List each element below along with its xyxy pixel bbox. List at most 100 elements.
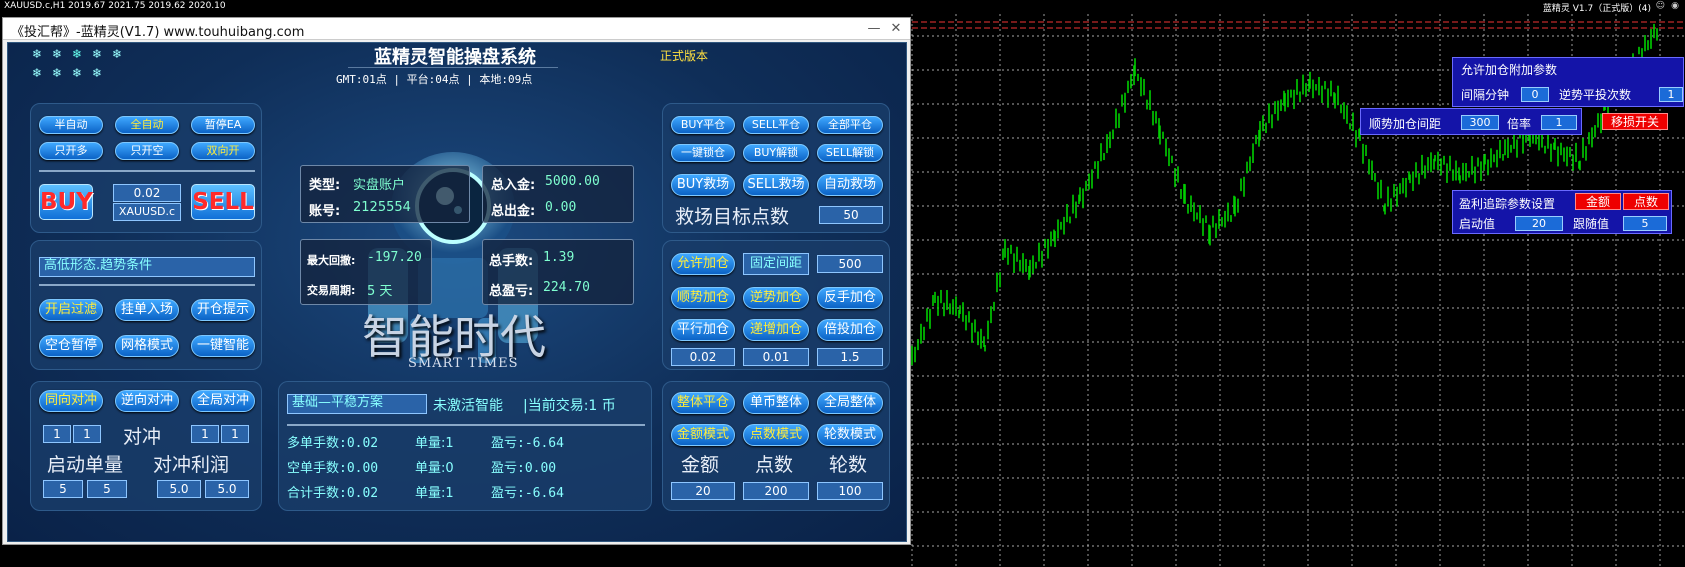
only-short-button[interactable]: 只开空 [115,142,179,160]
global-hedge-button[interactable]: 全局对冲 [191,390,255,412]
hedge-input-1[interactable]: 1 [43,425,71,443]
lot-input[interactable]: 0.02 [113,184,181,202]
account-type-panel: 类型: 实盘账户 账号: 2125554 [300,165,470,223]
total-lots-value: 1.39 [543,250,575,265]
start-lot-input-2[interactable]: 5 [87,480,127,498]
start-lot-input-1[interactable]: 5 [43,480,83,498]
deposit-panel: 总入金: 5000.00 总出金: 0.00 [482,165,634,223]
semi-auto-button[interactable]: 半自动 [39,116,103,134]
reverse-add-button[interactable]: 反手加仓 [817,287,883,309]
same-hedge-button[interactable]: 同向对冲 [39,390,103,412]
global-whole-button[interactable]: 全局整体 [817,392,883,414]
settings-icon[interactable]: ◉ [1671,1,1679,11]
divider [39,284,255,286]
period-label: 交易周期: [307,284,356,297]
start-value-input[interactable]: 20 [1515,216,1563,231]
total-lots: 合计手数:0.02 [287,486,379,501]
type-value: 实盘账户 [353,178,406,193]
close-rescue-box: BUY平仓 SELL平仓 全部平仓 一键锁仓 BUY解锁 SELL解锁 BUY救… [662,103,890,233]
mode-box: 半自动 全自动 暂停EA 只开多 只开空 双向开 BUY 0.02 XAUUSD… [30,103,262,233]
hedge-input-4[interactable]: 1 [221,425,249,443]
single-whole-button[interactable]: 单币整体 [743,392,809,414]
rounds-mode-button[interactable]: 轮数模式 [817,424,883,446]
hedge-profit-label: 对冲利润 [153,454,230,476]
long-lots: 多单手数:0.02 [287,436,379,451]
empty-pause-button[interactable]: 空仓暂停 [39,335,103,357]
open-tip-button[interactable]: 开仓提示 [191,299,255,321]
grid-mode-button[interactable]: 网格模式 [115,335,179,357]
symbol-field: XAUUSD.c [113,203,181,221]
whole-close-button[interactable]: 整体平仓 [671,392,735,414]
total-count: 单量:1 [415,486,454,501]
full-auto-button[interactable]: 全自动 [115,116,179,134]
buy-close-button[interactable]: BUY平仓 [671,116,735,134]
buy-rescue-button[interactable]: BUY救场 [671,174,735,196]
trend-add-button[interactable]: 顺势加仓 [671,287,735,309]
counter-add-button[interactable]: 逆势加仓 [743,287,809,309]
pause-ea-button[interactable]: 暂停EA [191,116,255,134]
sell-unlock-button[interactable]: SELL解锁 [817,144,883,162]
sell-close-button[interactable]: SELL平仓 [743,116,809,134]
total-pl: 盈亏:-6.64 [491,486,564,501]
sell-rescue-button[interactable]: SELL救场 [743,174,809,196]
points-mode-button[interactable]: 点数模式 [743,424,809,446]
star-icon: ❄ [52,47,63,61]
trail-points-button[interactable]: 点数 [1623,193,1669,210]
trail-amount-button[interactable]: 金额 [1575,193,1621,210]
one-key-smart-button[interactable]: 一键智能 [191,335,255,357]
hedge-input-2[interactable]: 1 [73,425,101,443]
multiply-add-button[interactable]: 倍投加仓 [817,319,883,341]
interval-label: 间隔分钟 [1461,88,1510,102]
divider [287,424,645,426]
star-icon: ❄ [72,47,83,61]
points-input[interactable]: 200 [743,482,809,500]
gap-input[interactable]: 500 [817,255,883,273]
buy-button[interactable]: BUY [39,184,93,220]
add-params-panel: 允许加仓附加参数 间隔分钟 0 逆势平投次数 1 [1452,57,1684,107]
amount-mode-button[interactable]: 金额模式 [671,424,735,446]
flat-add-button[interactable]: 平行加仓 [671,319,735,341]
close-button[interactable]: ✕ [887,20,905,38]
hedge-profit-input-1[interactable]: 5.0 [157,480,201,498]
add-increment-input[interactable]: 0.01 [743,348,809,366]
allow-add-button[interactable]: 允许加仓 [671,253,735,275]
trend-params-panel: 顺势加仓间距 300 倍率 1 [1360,108,1582,135]
star-icon: ❄ [52,66,63,80]
close-all-button[interactable]: 全部平仓 [817,116,883,134]
ratio-input[interactable]: 1 [1541,115,1577,130]
increment-add-button[interactable]: 递增加仓 [743,319,809,341]
only-long-button[interactable]: 只开多 [39,142,103,160]
rescue-target-input[interactable]: 50 [819,206,883,224]
add-params-title: 允许加仓附加参数 [1461,63,1558,77]
buy-unlock-button[interactable]: BUY解锁 [743,144,809,162]
auto-rescue-button[interactable]: 自动救场 [817,174,883,196]
open-filter-button[interactable]: 开启过滤 [39,299,103,321]
position-summary-box: 基础—平稳方案 未激活智能 |当前交易:1 币 多单手数:0.02 单量:1 盈… [278,381,652,511]
move-stop-switch[interactable]: 移损开关 [1602,113,1668,130]
symbol-info: XAUUSD.c,H1 2019.67 2021.75 2019.62 2020… [4,1,226,11]
hedge-profit-input-2[interactable]: 5.0 [205,480,249,498]
start-lot-label: 启动单量 [47,454,124,476]
add-multiplier-input[interactable]: 1.5 [817,348,883,366]
points-label: 点数 [755,454,794,476]
hedge-input-3[interactable]: 1 [191,425,219,443]
reverse-hedge-button[interactable]: 逆向对冲 [115,390,179,412]
pending-entry-button[interactable]: 挂单入场 [115,299,179,321]
lock-button[interactable]: 一键锁仓 [671,144,735,162]
amount-input[interactable]: 20 [671,482,735,500]
minimize-button[interactable]: — [865,20,883,38]
interval-input[interactable]: 0 [1521,87,1549,102]
counter-times-input[interactable]: 1 [1659,87,1683,102]
current-trade: |当前交易:1 币 [523,398,616,414]
fixed-gap-field[interactable]: 固定间距 [743,253,809,275]
add-lot-input[interactable]: 0.02 [671,348,735,366]
long-count: 单量:1 [415,436,454,451]
rounds-input[interactable]: 100 [817,482,883,500]
ea-info: 蓝精灵 V1.7（正式版）(4) [1542,4,1651,14]
sell-button[interactable]: SELL [191,184,255,220]
follow-value-input[interactable]: 5 [1623,216,1667,231]
condition-field[interactable]: 高低形态.趋势条件 [39,257,255,277]
trend-gap-input[interactable]: 300 [1461,115,1499,130]
both-open-button[interactable]: 双向开 [191,142,255,160]
plan-field[interactable]: 基础—平稳方案 [287,394,427,414]
